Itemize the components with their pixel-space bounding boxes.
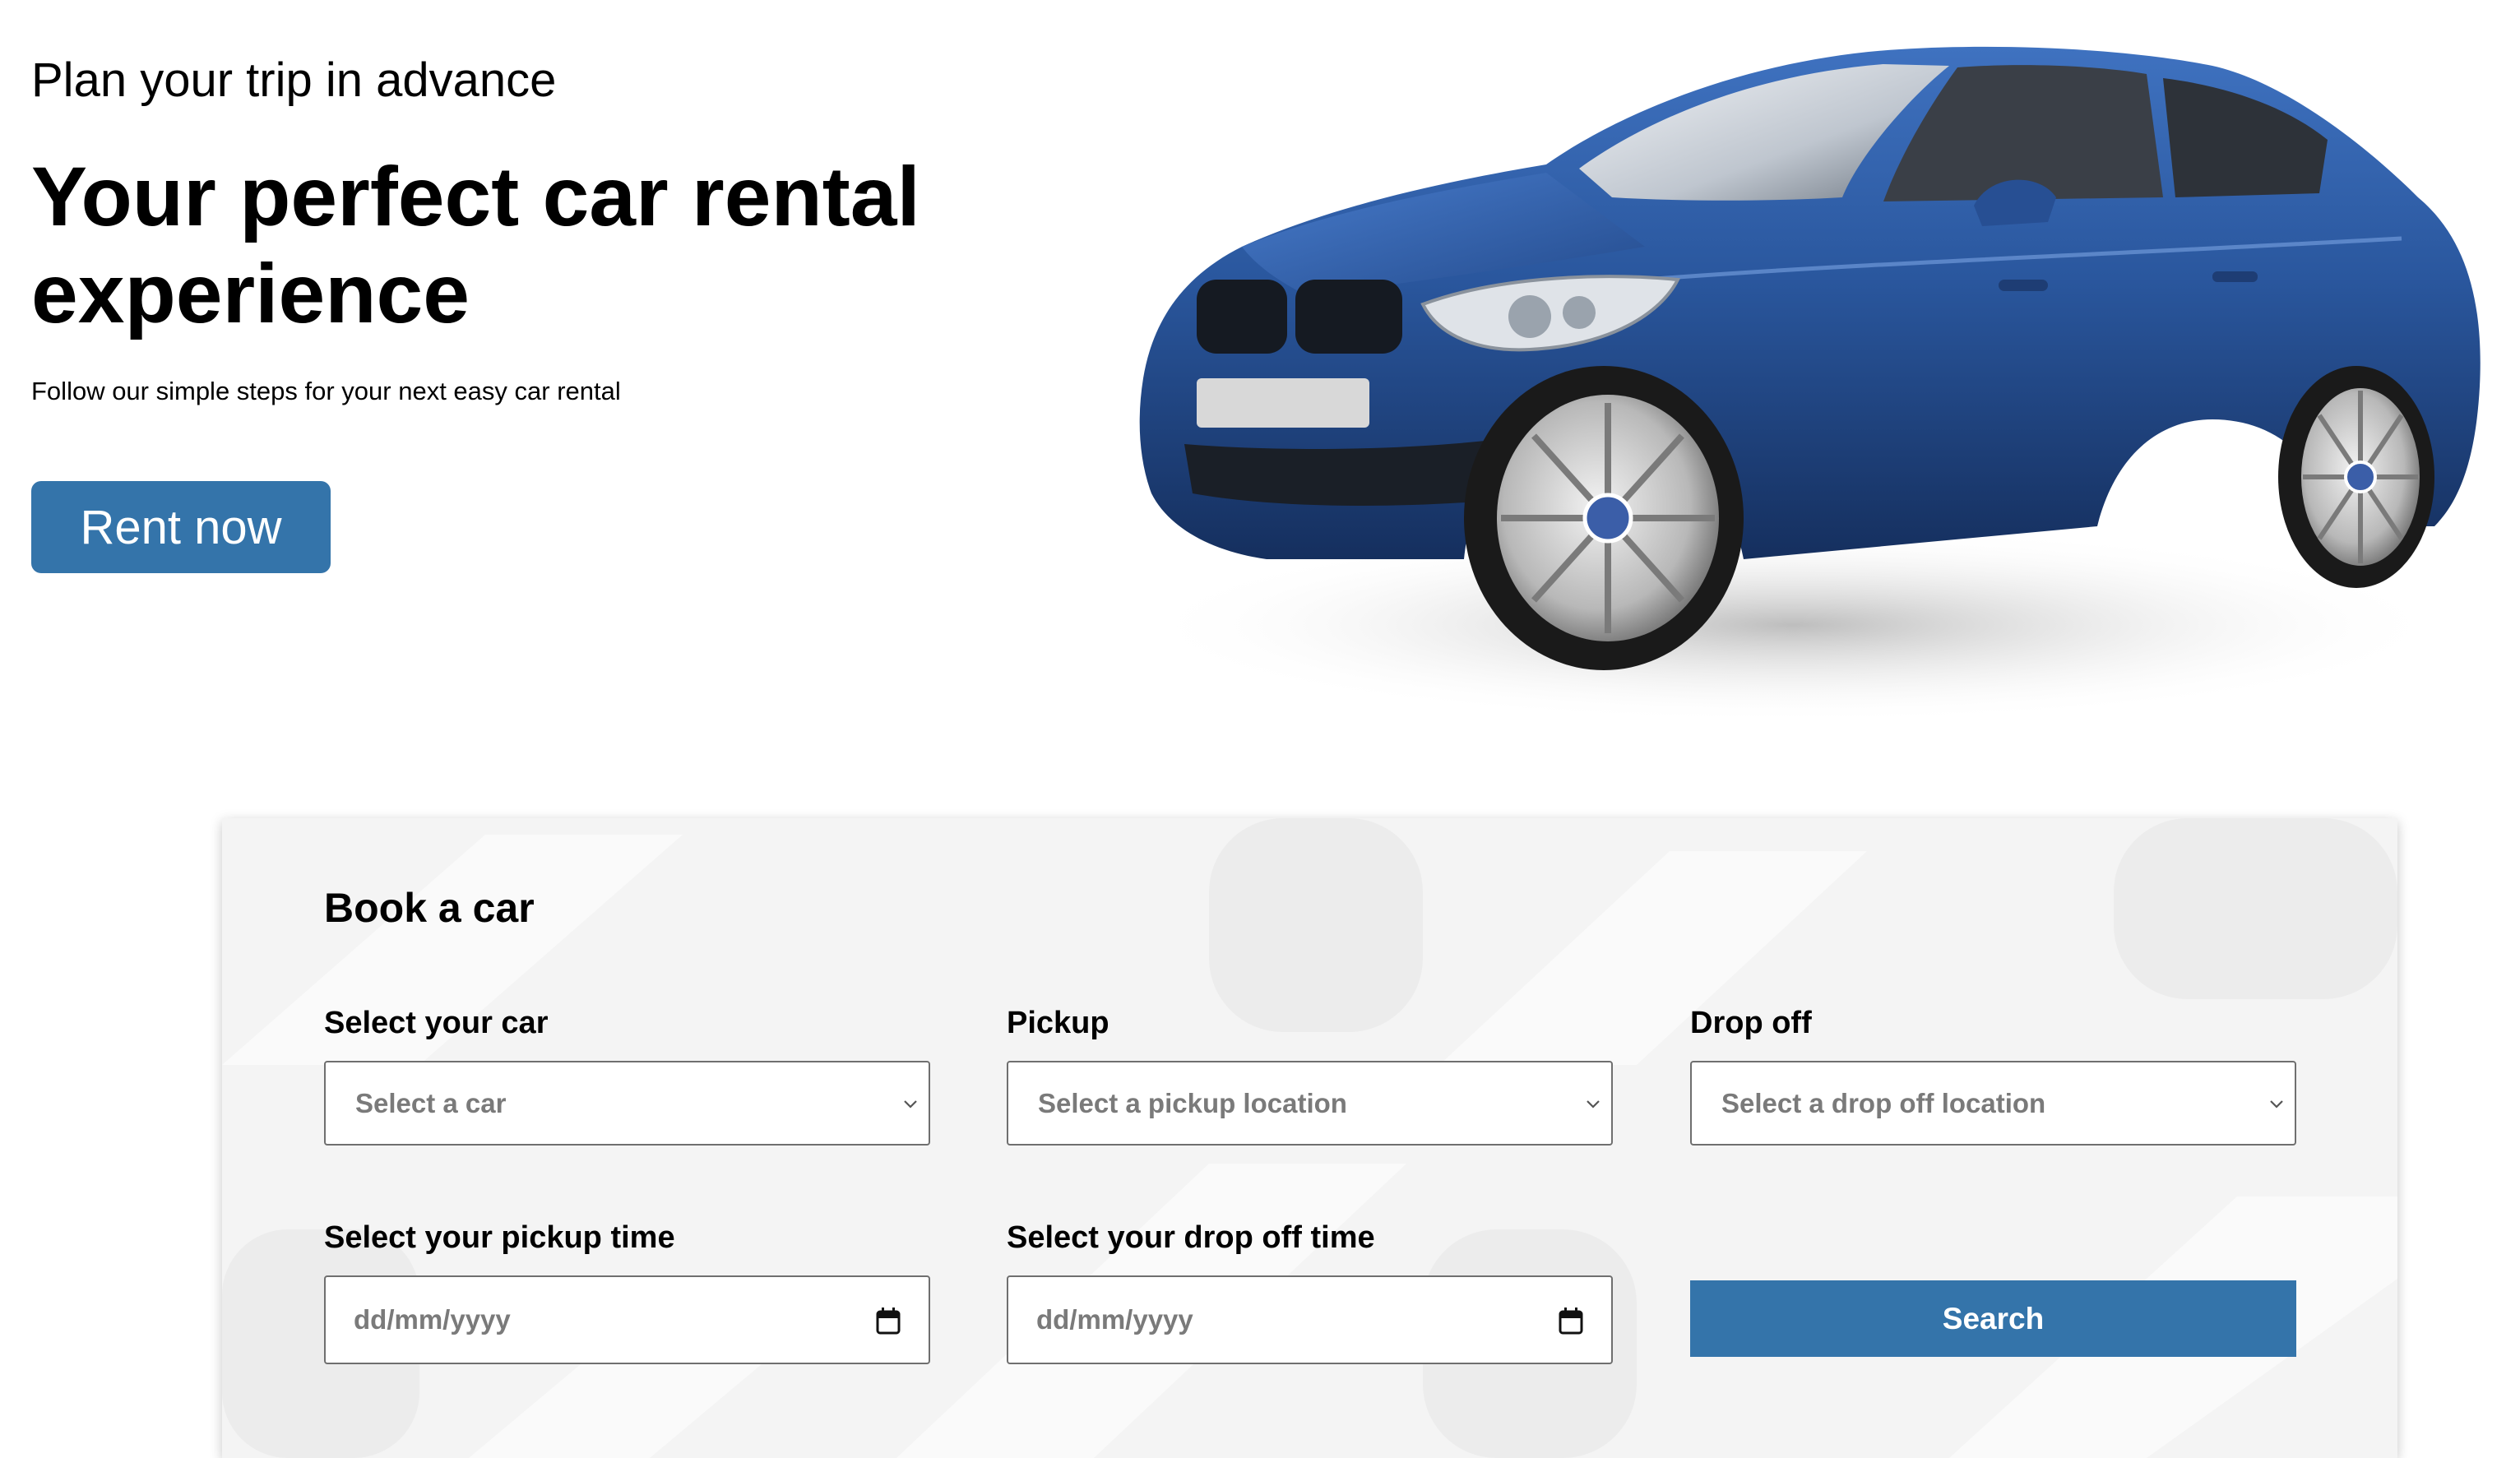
pickup-time-label: Select your pickup time [324,1220,675,1255]
chevron-down-icon [904,1100,917,1109]
car-select[interactable]: Select a car [324,1061,930,1146]
car-select-value: Select a car [355,1087,507,1118]
pickup-date-value: dd/mm/yyyy [354,1304,511,1335]
chevron-down-icon [2270,1100,2283,1109]
dropoff-location-select[interactable]: Select a drop off location [1690,1061,2296,1146]
search-button[interactable]: Search [1690,1280,2296,1357]
hero-eyebrow: Plan your trip in advance [31,53,557,107]
dropoff-time-label: Select your drop off time [1007,1220,1375,1255]
calendar-icon[interactable] [1559,1307,1583,1335]
rent-now-button[interactable]: Rent now [31,481,331,573]
pickup-label: Pickup [1007,1006,1109,1040]
calendar-icon[interactable] [876,1307,901,1335]
dropoff-location-value: Select a drop off location [1721,1087,2046,1118]
car-select-label: Select your car [324,1006,549,1040]
dropoff-label: Drop off [1690,1006,1812,1040]
booking-title: Book a car [324,885,535,931]
dropoff-date-value: dd/mm/yyyy [1036,1304,1193,1335]
pickup-date-input[interactable]: dd/mm/yyyy [324,1275,930,1364]
hero-subtitle: Follow our simple steps for your next ea… [31,377,621,405]
booking-card: Book a car Select your car Pickup Drop o… [222,818,2397,1458]
car-image [1119,33,2500,757]
pickup-location-value: Select a pickup location [1038,1087,1347,1118]
hero-title: Your perfect car rental experience [31,150,920,341]
pickup-location-select[interactable]: Select a pickup location [1007,1061,1613,1146]
dropoff-date-input[interactable]: dd/mm/yyyy [1007,1275,1613,1364]
chevron-down-icon [1587,1100,1600,1109]
